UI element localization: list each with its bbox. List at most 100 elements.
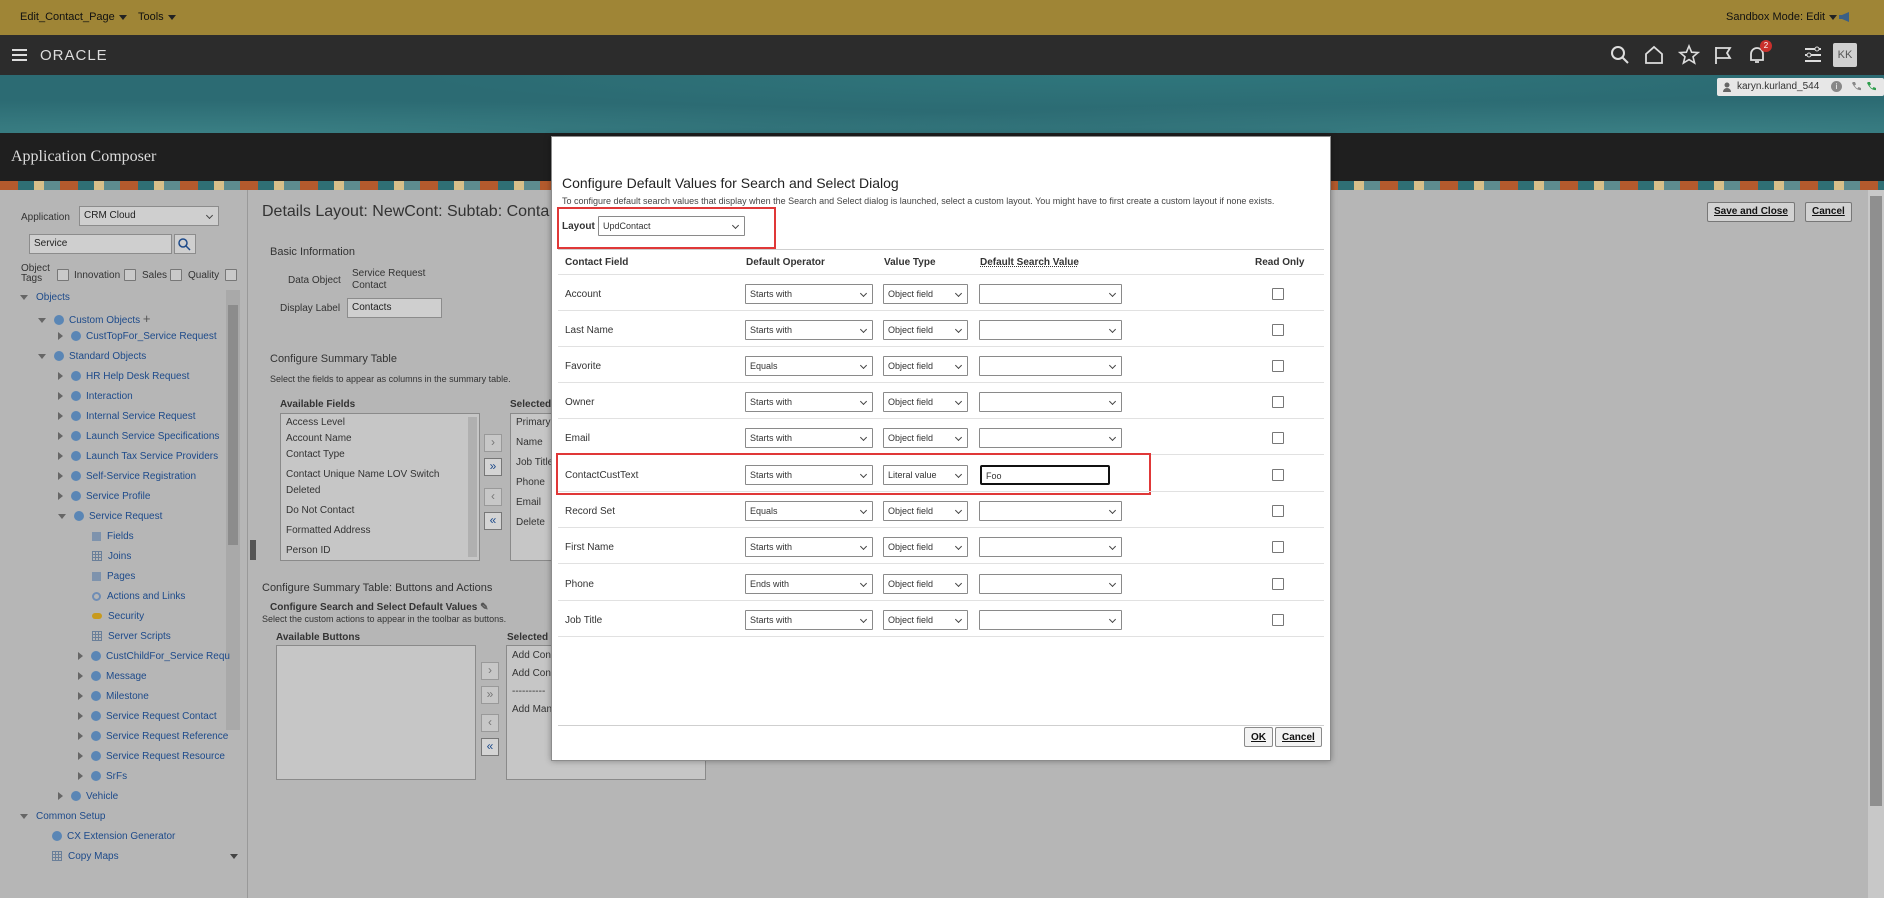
list-item[interactable]: Primary (511, 417, 554, 433)
read-only-checkbox[interactable] (1272, 396, 1284, 408)
scroll-down-icon[interactable] (230, 854, 238, 859)
search-button[interactable] (174, 234, 196, 254)
list-item[interactable]: Delete (511, 517, 554, 533)
default-operator-select[interactable]: Starts with (745, 610, 873, 630)
tree-server-scripts[interactable]: Server Scripts (92, 631, 171, 642)
oracle-logo[interactable]: ORACLE (40, 47, 108, 64)
favorites-star-icon[interactable] (1677, 43, 1701, 66)
tree-pages[interactable]: Pages (92, 571, 135, 582)
default-operator-select[interactable]: Starts with (745, 537, 873, 557)
tree-security[interactable]: Security (92, 611, 144, 622)
value-type-select[interactable]: Object field (883, 356, 968, 376)
object-search-input[interactable]: Service (29, 234, 172, 254)
list-item[interactable]: Contact Type (281, 449, 479, 465)
tree-objects[interactable]: Objects (20, 292, 70, 303)
home-icon[interactable] (1643, 44, 1665, 66)
value-type-select[interactable]: Object field (883, 610, 968, 630)
default-operator-select[interactable]: Starts with (745, 428, 873, 448)
default-search-value-select[interactable] (979, 356, 1122, 376)
tree-std-item[interactable]: Launch Tax Service Providers (58, 451, 218, 462)
ok-button[interactable]: OK (1244, 727, 1273, 747)
list-item[interactable]: Email (511, 497, 554, 513)
read-only-checkbox[interactable] (1272, 578, 1284, 590)
tree-vehicle[interactable]: Vehicle (58, 791, 118, 802)
default-operator-select[interactable]: Equals (745, 501, 873, 521)
sandbox-mode-menu[interactable]: Sandbox Mode: Edit (1726, 11, 1838, 23)
user-avatar[interactable]: KK (1833, 43, 1857, 67)
tree-sr-item[interactable]: SrFs (78, 771, 127, 782)
tree-actions-links[interactable]: Actions and Links (92, 591, 185, 602)
available-buttons-list[interactable] (276, 645, 476, 780)
read-only-checkbox[interactable] (1272, 505, 1284, 517)
selected-fields-list[interactable]: Primary Name Job Title Phone Email Delet… (510, 413, 555, 561)
tree-std-item[interactable]: HR Help Desk Request (58, 371, 189, 382)
tree-cust-top[interactable]: CustTopFor_Service Request (58, 331, 217, 342)
tree-std-item[interactable]: Service Profile (58, 491, 150, 502)
display-label-input[interactable]: Contacts (347, 298, 442, 318)
application-select[interactable]: CRM Cloud (79, 206, 219, 226)
available-fields-list[interactable]: Access Level Account Name Contact Type C… (280, 413, 480, 561)
list-item[interactable]: Contact Unique Name LOV Switch (281, 469, 479, 485)
move-left-button[interactable]: ‹ (484, 488, 502, 506)
list-item[interactable]: Job Title (511, 457, 554, 473)
tree-sr-item[interactable]: Milestone (78, 691, 149, 702)
tag-checkbox-sales[interactable] (124, 269, 136, 281)
tree-scrollbar-thumb[interactable] (228, 305, 238, 545)
dialog-cancel-button[interactable]: Cancel (1275, 727, 1322, 747)
tree-common-setup[interactable]: Common Setup (20, 811, 105, 822)
tree-sr-item[interactable]: Service Request Contact (78, 711, 217, 722)
tree-std-item[interactable]: Self-Service Registration (58, 471, 196, 482)
edit-pencil-icon[interactable]: ✎ (480, 602, 488, 613)
tree-standard-objects[interactable]: Standard Objects (38, 351, 146, 362)
megaphone-icon[interactable] (1838, 12, 1852, 22)
cancel-button[interactable]: Cancel (1805, 202, 1852, 222)
phone-icon[interactable] (1851, 81, 1862, 92)
tree-copy-maps[interactable]: Copy Maps (52, 851, 119, 862)
list-item[interactable]: Formatted Address (281, 525, 479, 541)
tree-sr-item[interactable]: Service Request Resource (78, 751, 225, 762)
list-item[interactable]: Do Not Contact (281, 505, 479, 521)
default-operator-select[interactable]: Ends with (745, 574, 873, 594)
value-type-select[interactable]: Object field (883, 574, 968, 594)
tree-service-request[interactable]: Service Request (58, 511, 162, 522)
search-select-defaults-link[interactable]: Configure Search and Select Default Valu… (270, 602, 488, 613)
tag-checkbox-more[interactable] (225, 269, 237, 281)
value-type-select[interactable]: Object field (883, 320, 968, 340)
value-type-select[interactable]: Object field (883, 428, 968, 448)
tree-std-item[interactable]: Launch Service Specifications (58, 431, 219, 442)
add-icon[interactable]: + (143, 311, 151, 326)
default-search-value-select[interactable] (979, 574, 1122, 594)
save-and-close-button[interactable]: Save and Close (1707, 202, 1795, 222)
tree-joins[interactable]: Joins (92, 551, 131, 562)
move-left-button[interactable]: ‹ (481, 714, 499, 732)
read-only-checkbox[interactable] (1272, 360, 1284, 372)
list-item[interactable]: Name (511, 437, 554, 453)
sandbox-menu-edit-contact-page[interactable]: Edit_Contact_Page (20, 11, 127, 23)
tools-menu[interactable]: Tools (138, 11, 176, 23)
tree-std-item[interactable]: Interaction (58, 391, 133, 402)
default-search-value-select[interactable] (979, 428, 1122, 448)
tag-checkbox-innovation[interactable] (57, 269, 69, 281)
move-all-right-button[interactable]: » (481, 686, 499, 704)
default-search-value-select[interactable] (979, 610, 1122, 630)
tree-cx-extension[interactable]: CX Extension Generator (52, 831, 175, 842)
read-only-checkbox[interactable] (1272, 541, 1284, 553)
list-scrollbar[interactable] (468, 417, 477, 557)
tree-sr-item[interactable]: Service Request Reference (78, 731, 228, 742)
list-item[interactable]: Person ID (281, 545, 479, 560)
default-search-value-select[interactable] (979, 320, 1122, 340)
read-only-checkbox[interactable] (1272, 432, 1284, 444)
list-item[interactable]: Account Name (281, 433, 479, 449)
value-type-select[interactable]: Object field (883, 284, 968, 304)
page-scrollbar-thumb[interactable] (1870, 196, 1882, 806)
default-operator-select[interactable]: Equals (745, 356, 873, 376)
tree-std-item[interactable]: Internal Service Request (58, 411, 196, 422)
settings-list-icon[interactable] (1802, 44, 1824, 66)
hamburger-menu-icon[interactable] (12, 48, 27, 62)
search-icon[interactable] (1609, 44, 1631, 66)
default-operator-select[interactable]: Starts with (745, 284, 873, 304)
info-icon[interactable]: i (1831, 81, 1842, 92)
tree-sr-item[interactable]: CustChildFor_Service Requ (78, 651, 230, 662)
read-only-checkbox[interactable] (1272, 614, 1284, 626)
move-all-left-button[interactable]: « (484, 512, 502, 530)
